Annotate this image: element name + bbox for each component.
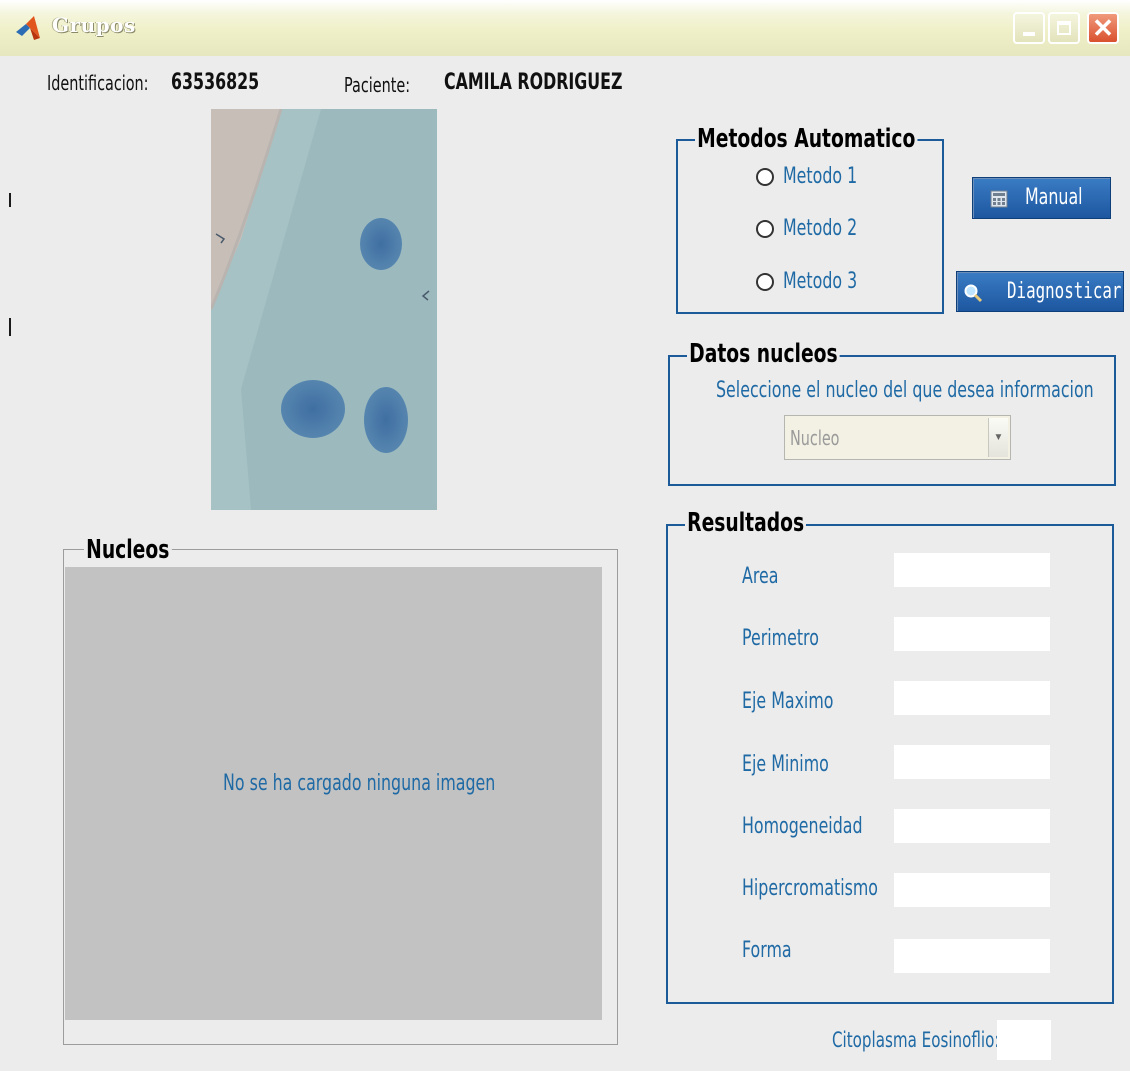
manual-button-label: Manual — [1025, 185, 1083, 210]
citoplasma-label: Citoplasma Eosinoflio: — [832, 1028, 1000, 1052]
area-label: Area — [742, 564, 779, 589]
metodo-1-label[interactable]: Metodo 1 — [783, 164, 857, 189]
matlab-icon — [16, 16, 40, 40]
eje-minimo-label: Eje Minimo — [742, 752, 829, 777]
maximize-button[interactable] — [1048, 12, 1080, 44]
forma-value — [894, 939, 1050, 973]
homogeneidad-value — [894, 809, 1050, 843]
datos-nucleos-instruction: Seleccione el nucleo del que desea infor… — [716, 378, 1094, 403]
hipercromatismo-value — [894, 873, 1050, 907]
nucleos-empty-message: No se ha cargado ninguna imagen — [223, 771, 496, 796]
perimetro-label: Perimetro — [742, 626, 819, 651]
diagnosticar-button-label: Diagnosticar — [1007, 279, 1122, 304]
eje-maximo-label: Eje Maximo — [742, 689, 834, 714]
calculator-icon — [990, 190, 1008, 208]
maximize-icon — [1057, 21, 1071, 35]
eje-maximo-value — [894, 681, 1050, 715]
patient-label: Paciente: — [344, 73, 411, 97]
eje-minimo-value — [894, 745, 1050, 779]
radio-metodo-1[interactable] — [756, 168, 774, 186]
patient-name: CAMILA RODRIGUEZ — [444, 70, 623, 95]
window-title: Grupos — [52, 13, 136, 37]
radio-metodo-2[interactable] — [756, 220, 774, 238]
resultados-title: Resultados — [685, 508, 807, 538]
diagnosticar-button[interactable]: Diagnosticar — [956, 271, 1124, 312]
auto-methods-title: Metodos Automatico — [695, 124, 918, 154]
citoplasma-value — [997, 1020, 1051, 1060]
manual-button[interactable]: Manual — [972, 177, 1111, 219]
close-icon: ✕ — [1092, 13, 1114, 43]
forma-label: Forma — [742, 938, 792, 963]
perimetro-value — [894, 617, 1050, 651]
nucleo-select-value: Nucleo — [790, 426, 840, 450]
chevron-down-icon[interactable]: ▼ — [988, 418, 1008, 457]
metodo-3-label[interactable]: Metodo 3 — [783, 269, 857, 294]
hipercromatismo-label: Hipercromatismo — [742, 876, 878, 901]
id-label: Identificacion: — [47, 71, 149, 95]
datos-nucleos-title: Datos nucleos — [687, 339, 840, 369]
metodo-2-label[interactable]: Metodo 2 — [783, 216, 857, 241]
id-value: 63536825 — [171, 70, 260, 95]
window-edge-mark — [9, 318, 11, 336]
close-button[interactable]: ✕ — [1087, 12, 1119, 44]
window-titlebar[interactable]: Grupos ✕ — [0, 0, 1130, 56]
homogeneidad-label: Homogeneidad — [742, 814, 863, 839]
radio-metodo-3[interactable] — [756, 273, 774, 291]
nucleos-title: Nucleos — [84, 535, 172, 565]
nucleo-select[interactable]: Nucleo ▼ — [784, 415, 1011, 460]
minimize-icon — [1023, 32, 1035, 36]
magnifier-icon — [964, 284, 983, 303]
cell-image — [211, 109, 437, 510]
window-edge-mark — [9, 193, 11, 207]
minimize-button[interactable] — [1013, 12, 1045, 44]
area-value — [894, 553, 1050, 587]
